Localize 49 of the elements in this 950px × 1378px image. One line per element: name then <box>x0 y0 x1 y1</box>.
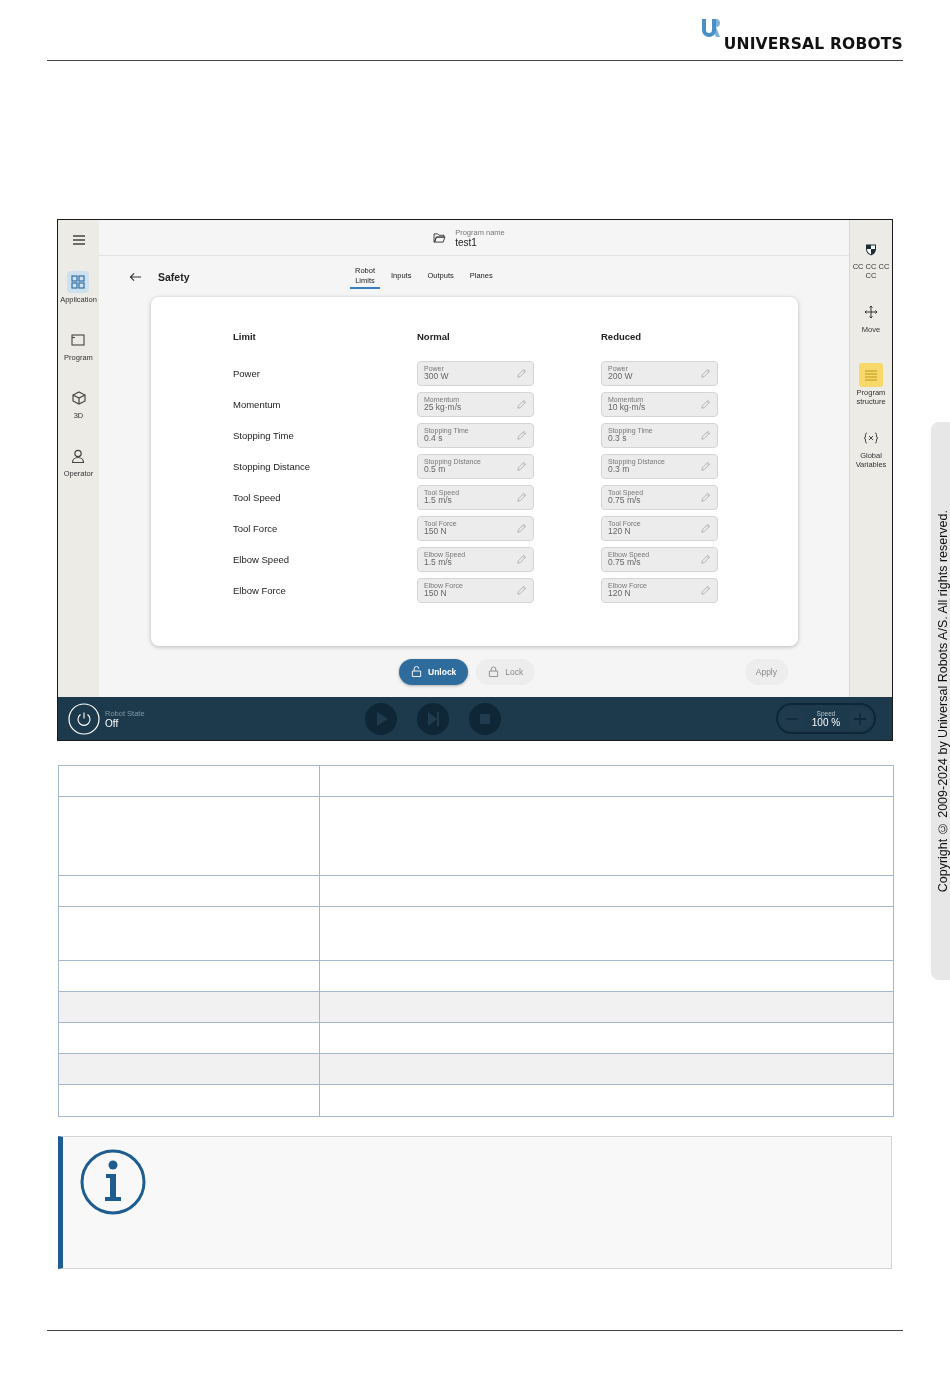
back-arrow-icon[interactable] <box>129 271 142 282</box>
shield-icon <box>865 242 877 256</box>
menu-icon[interactable] <box>71 234 86 246</box>
limit-name: Momentum <box>233 399 282 410</box>
pencil-icon <box>516 554 527 565</box>
limit-name: Power <box>233 368 261 379</box>
pencil-icon <box>516 585 527 596</box>
nav-item[interactable] <box>67 271 90 293</box>
unlocked-padlock-icon <box>411 666 422 677</box>
limit-name: Stopping Distance <box>233 461 312 472</box>
pencil-icon <box>700 461 711 472</box>
limit-name: Tool Force <box>233 523 279 534</box>
grid-icon <box>71 275 86 289</box>
pencil-icon <box>700 368 711 379</box>
column-header: Normal <box>417 331 451 342</box>
page-title: Safety <box>158 270 191 283</box>
program-name: test1 <box>455 236 477 248</box>
pencil-icon <box>516 492 527 503</box>
limit-name: Tool Speed <box>233 492 282 503</box>
power-button-icon[interactable] <box>68 702 100 735</box>
robot-state-value: Off <box>105 717 120 729</box>
pencil-icon <box>516 430 527 441</box>
padlock-icon <box>488 666 500 677</box>
limit-name: Elbow Speed <box>233 554 290 565</box>
window-icon <box>71 334 86 346</box>
cube-icon <box>71 391 86 405</box>
column-header: Limit <box>233 331 257 342</box>
pencil-icon <box>700 492 711 503</box>
pencil-icon <box>516 523 527 534</box>
pencil-icon <box>700 430 711 441</box>
pencil-icon <box>516 368 527 379</box>
pencil-icon <box>700 554 711 565</box>
move-arrows-icon <box>864 305 878 319</box>
column-header: Reduced <box>601 331 643 342</box>
logo-text: UNIVERSAL ROBOTS <box>723 35 903 53</box>
pencil-icon <box>700 585 711 596</box>
pencil-icon <box>516 399 527 410</box>
limit-name: Stopping Time <box>233 430 295 441</box>
list-icon <box>864 369 878 381</box>
folder-icon <box>433 232 447 243</box>
limit-name: Elbow Force <box>233 585 287 596</box>
info-icon <box>80 1149 146 1215</box>
variable-icon <box>863 432 879 444</box>
person-icon <box>71 449 86 463</box>
pencil-icon <box>516 461 527 472</box>
action-button[interactable]: Unlock <box>399 658 469 685</box>
logo-icon <box>700 18 721 38</box>
pencil-icon <box>700 399 711 410</box>
pencil-icon <box>700 523 711 534</box>
